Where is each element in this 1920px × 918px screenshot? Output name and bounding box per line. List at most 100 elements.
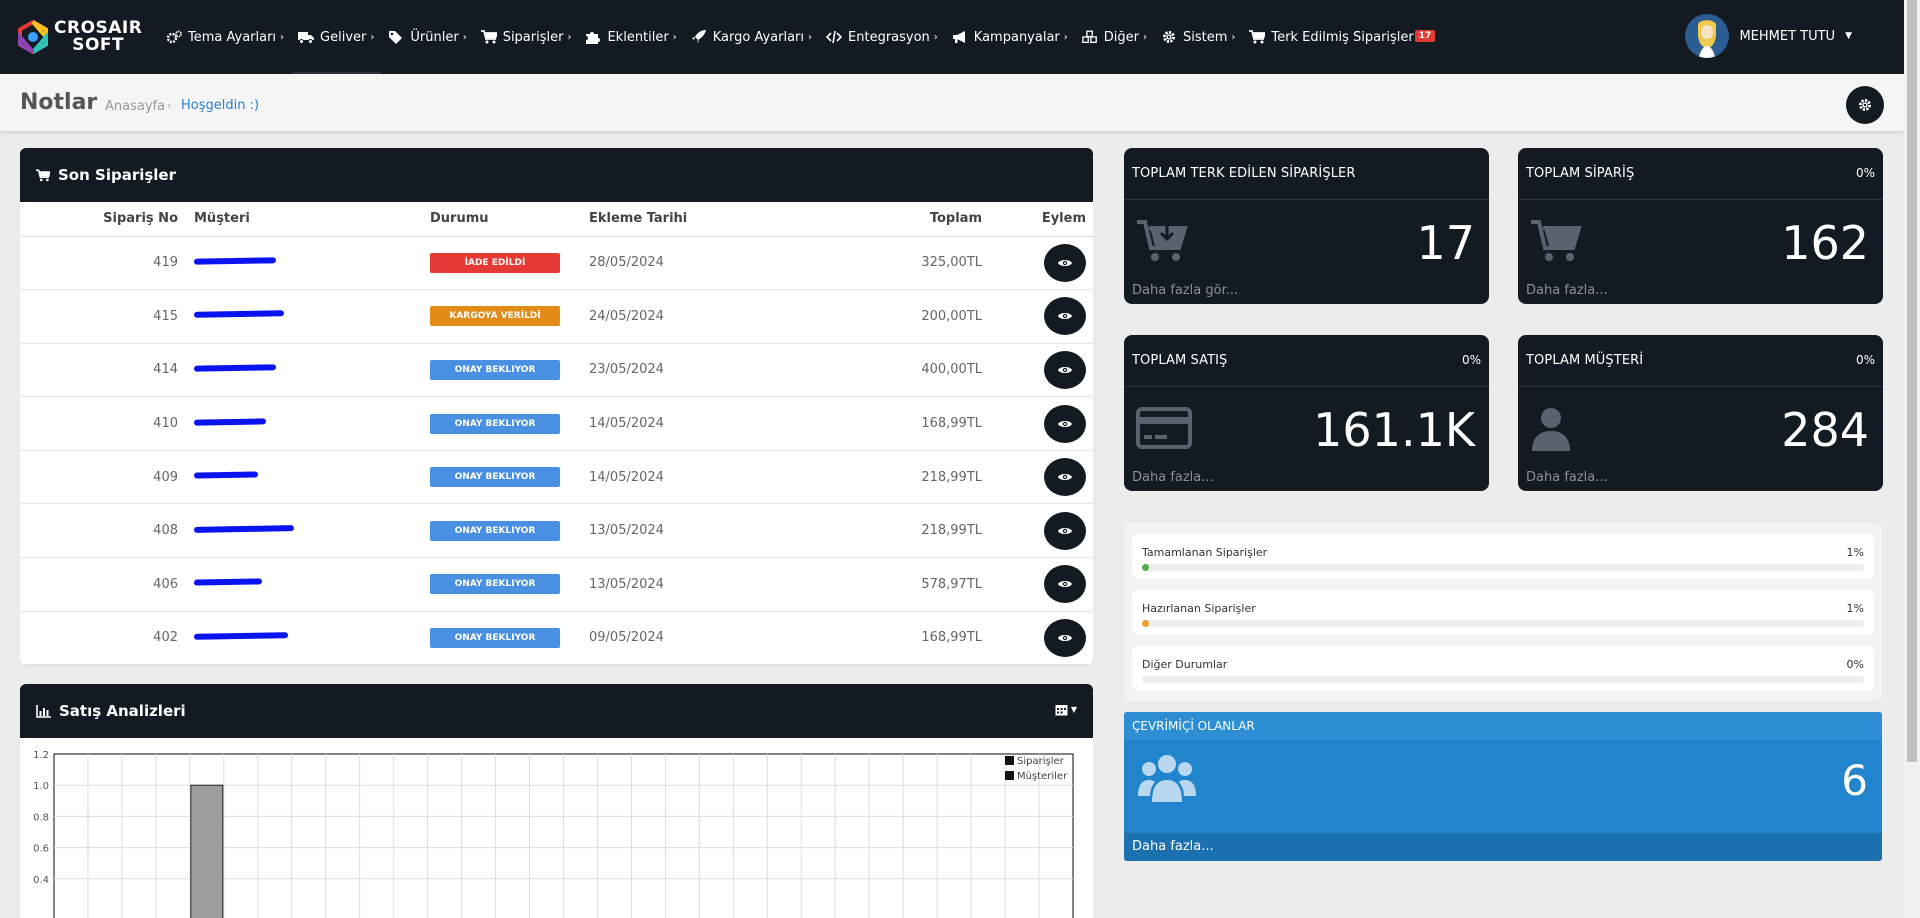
column-header[interactable]: Durumu bbox=[430, 202, 589, 237]
users-icon bbox=[1138, 752, 1196, 807]
breadcrumb: Notlar Anasayfa › Hoşgeldin :) bbox=[0, 74, 1904, 132]
avatar bbox=[1685, 14, 1730, 58]
gear-icon bbox=[1161, 30, 1177, 44]
eye-icon bbox=[1058, 474, 1072, 481]
brand-logo[interactable]: CROSAIR SOFT bbox=[16, 20, 142, 54]
calendar-dropdown-button[interactable]: ▼ bbox=[1055, 703, 1077, 716]
status-badge: ONAY BEKLIYOR bbox=[430, 359, 560, 380]
stat-more-link[interactable]: Daha fazla gör... bbox=[1132, 283, 1238, 298]
stat-more-link[interactable]: Daha fazla... bbox=[1526, 470, 1608, 485]
nav-label: Kampanyalar bbox=[973, 29, 1060, 45]
nav-geliver[interactable]: Geliver › bbox=[292, 0, 383, 74]
order-total: 400,00TL bbox=[839, 343, 982, 398]
online-users-more-link[interactable]: Daha fazla... bbox=[1124, 833, 1882, 861]
nav-eklentiler[interactable]: Eklentiler › bbox=[579, 0, 684, 74]
online-users-title: ÇEVRİMİÇİ OLANLAR bbox=[1124, 712, 1882, 740]
order-number: 409 bbox=[20, 450, 194, 505]
nav-label: Sistem bbox=[1182, 29, 1228, 45]
order-total: 325,00TL bbox=[839, 236, 982, 291]
customer-cell bbox=[194, 611, 430, 665]
cart-icon bbox=[1530, 218, 1582, 267]
stat-value: 284 bbox=[1781, 403, 1869, 457]
redacted-customer-name bbox=[194, 630, 288, 642]
column-header[interactable]: Müşteri bbox=[194, 202, 430, 237]
nav-label: Kargo Ayarları bbox=[712, 29, 805, 45]
action-cell bbox=[982, 557, 1093, 612]
view-order-button[interactable] bbox=[1044, 243, 1086, 282]
breadcrumb-home-link[interactable]: Anasayfa bbox=[105, 99, 165, 114]
eye-icon bbox=[1058, 634, 1072, 641]
status-badge: ONAY BEKLIYOR bbox=[430, 627, 560, 648]
sales-analytics-header: Satış Analizleri ▼ bbox=[20, 684, 1093, 738]
gear-icon bbox=[1859, 99, 1871, 111]
nav-entegrasyon[interactable]: Entegrasyon › bbox=[820, 0, 946, 74]
table-row: 415 KARGOYA VERİLDİ 24/05/2024 200,00TL bbox=[20, 289, 1093, 344]
user-icon bbox=[1530, 405, 1576, 456]
table-row: 409 ONAY BEKLIYOR 14/05/2024 218,99TL bbox=[20, 450, 1093, 505]
action-cell bbox=[982, 450, 1093, 505]
customer-cell bbox=[194, 236, 430, 291]
stat-title: TOPLAM SİPARİŞ bbox=[1526, 166, 1635, 181]
nav-label: Siparişler bbox=[502, 29, 564, 45]
online-users-count: 6 bbox=[1841, 756, 1868, 805]
view-order-button[interactable] bbox=[1044, 565, 1086, 604]
nav-siparisler[interactable]: Siparişler › bbox=[475, 0, 580, 74]
user-menu[interactable]: MEHMET TUTU ▼ bbox=[1685, 14, 1852, 58]
nav-kargo-ayarlari[interactable]: Kargo Ayarları › bbox=[685, 0, 820, 74]
stat-percent: 0% bbox=[1855, 353, 1875, 367]
page-scrollbar[interactable] bbox=[1904, 0, 1920, 918]
column-header[interactable]: Toplam bbox=[839, 202, 982, 237]
recent-orders-title: Son Siparişler bbox=[58, 166, 176, 184]
table-row: 408 ONAY BEKLIYOR 13/05/2024 218,99TL bbox=[20, 503, 1093, 559]
order-number: 406 bbox=[20, 557, 194, 612]
y-tick-label: 1.0 bbox=[33, 781, 49, 792]
breadcrumb-current[interactable]: Hoşgeldin :) bbox=[181, 98, 259, 113]
progress-other: Diğer Durumlar 0% bbox=[1132, 646, 1874, 691]
bar-chart-icon bbox=[36, 704, 51, 718]
nav-sistem[interactable]: Sistem › bbox=[1155, 0, 1243, 74]
action-cell bbox=[982, 611, 1093, 665]
stat-card-abandoned: TOPLAM TERK EDİLEN SİPARİŞLER 17 Daha fa… bbox=[1124, 148, 1489, 304]
view-order-button[interactable] bbox=[1044, 404, 1086, 443]
nav-kampanyalar[interactable]: Kampanyalar › bbox=[946, 0, 1076, 74]
view-order-button[interactable] bbox=[1044, 618, 1086, 657]
logo-icon bbox=[18, 20, 48, 54]
column-header[interactable]: Sipariş No bbox=[20, 202, 194, 237]
stat-more-link[interactable]: Daha fazla... bbox=[1526, 283, 1608, 298]
stat-percent: 0% bbox=[1855, 166, 1875, 180]
page-settings-button[interactable] bbox=[1846, 86, 1884, 124]
chevron-right-icon: › bbox=[808, 31, 813, 43]
legend-swatch bbox=[1005, 756, 1014, 765]
order-date: 13/05/2024 bbox=[589, 503, 839, 559]
orders-table: Sipariş No Müşteri Durumu Ekleme Tarihi … bbox=[20, 202, 1093, 665]
nav-tema-ayarlari[interactable]: Tema Ayarları › bbox=[160, 0, 292, 74]
stat-more-link[interactable]: Daha fazla... bbox=[1132, 470, 1214, 485]
page-title: Notlar bbox=[20, 90, 98, 115]
column-header[interactable]: Ekleme Tarihi bbox=[589, 202, 839, 237]
status-cell: ONAY BEKLIYOR bbox=[430, 450, 589, 505]
view-order-button[interactable] bbox=[1044, 297, 1086, 336]
eye-icon bbox=[1058, 420, 1072, 427]
customer-cell bbox=[194, 396, 430, 451]
status-badge: ONAY BEKLIYOR bbox=[430, 413, 560, 434]
nav-diger[interactable]: Diğer › bbox=[1076, 0, 1155, 74]
nav-terk-edilmis-siparisler[interactable]: Terk Edilmiş Siparişler 17 bbox=[1243, 0, 1443, 74]
scrollbar-thumb[interactable] bbox=[1907, 0, 1917, 762]
eye-icon bbox=[1058, 581, 1072, 588]
progress-track bbox=[1142, 620, 1864, 627]
action-cell bbox=[982, 289, 1093, 344]
table-row: 414 ONAY BEKLIYOR 23/05/2024 400,00TL bbox=[20, 343, 1093, 398]
order-total: 578,97TL bbox=[839, 557, 982, 612]
view-order-button[interactable] bbox=[1044, 511, 1086, 550]
nav-urunler[interactable]: Ürünler › bbox=[382, 0, 474, 74]
view-order-button[interactable] bbox=[1044, 458, 1086, 497]
view-order-button[interactable] bbox=[1044, 350, 1086, 389]
legend-swatch bbox=[1005, 771, 1014, 780]
bar bbox=[190, 784, 224, 918]
main-nav: Tema Ayarları › Geliver › Ürünler › Sipariş… bbox=[160, 0, 1443, 74]
order-total: 168,99TL bbox=[839, 396, 982, 451]
status-badge: İADE EDİLDİ bbox=[430, 252, 560, 273]
progress-track bbox=[1142, 564, 1864, 571]
bullhorn-icon bbox=[952, 30, 968, 44]
sales-analytics-title: Satış Analizleri bbox=[59, 702, 186, 720]
